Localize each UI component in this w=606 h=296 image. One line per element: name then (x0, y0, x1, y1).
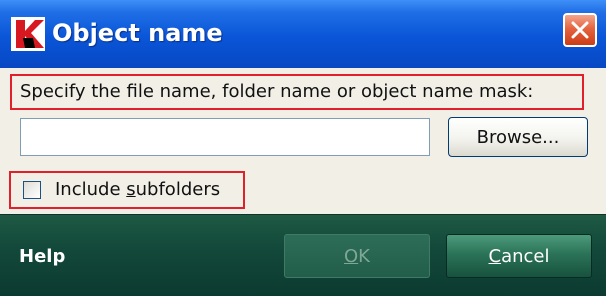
close-button[interactable] (563, 13, 597, 47)
subfolders-highlight: Include subfolders (9, 171, 245, 209)
cancel-rest: ancel (501, 245, 550, 267)
include-subfolders-label[interactable]: Include subfolders (55, 173, 220, 207)
ok-rest: K (358, 245, 370, 267)
label-mnemonic: s (126, 179, 136, 200)
dialog-title: Object name (52, 19, 223, 47)
cancel-mnemonic: C (488, 245, 502, 267)
title-bar[interactable]: Object name (0, 0, 606, 68)
kaspersky-k-icon (11, 17, 45, 51)
label-suffix: ubfolders (135, 179, 221, 200)
prompt-highlight: Specify the file name, folder name or ob… (10, 74, 584, 110)
object-name-dialog: Object name Specify the file name, folde… (0, 0, 606, 296)
dialog-footer: Help OK Cancel (0, 214, 606, 296)
include-subfolders-checkbox[interactable] (23, 181, 41, 199)
help-link[interactable]: Help (19, 243, 65, 271)
label-prefix: Include (55, 179, 127, 200)
browse-button[interactable]: Browse... (448, 117, 588, 157)
ok-mnemonic: O (344, 245, 359, 267)
cancel-button[interactable]: Cancel (446, 234, 592, 278)
close-icon (571, 21, 589, 39)
ok-button: OK (284, 234, 430, 278)
prompt-label: Specify the file name, folder name or ob… (20, 81, 534, 102)
dialog-content: Specify the file name, folder name or ob… (0, 68, 606, 214)
object-name-input[interactable] (20, 118, 430, 156)
